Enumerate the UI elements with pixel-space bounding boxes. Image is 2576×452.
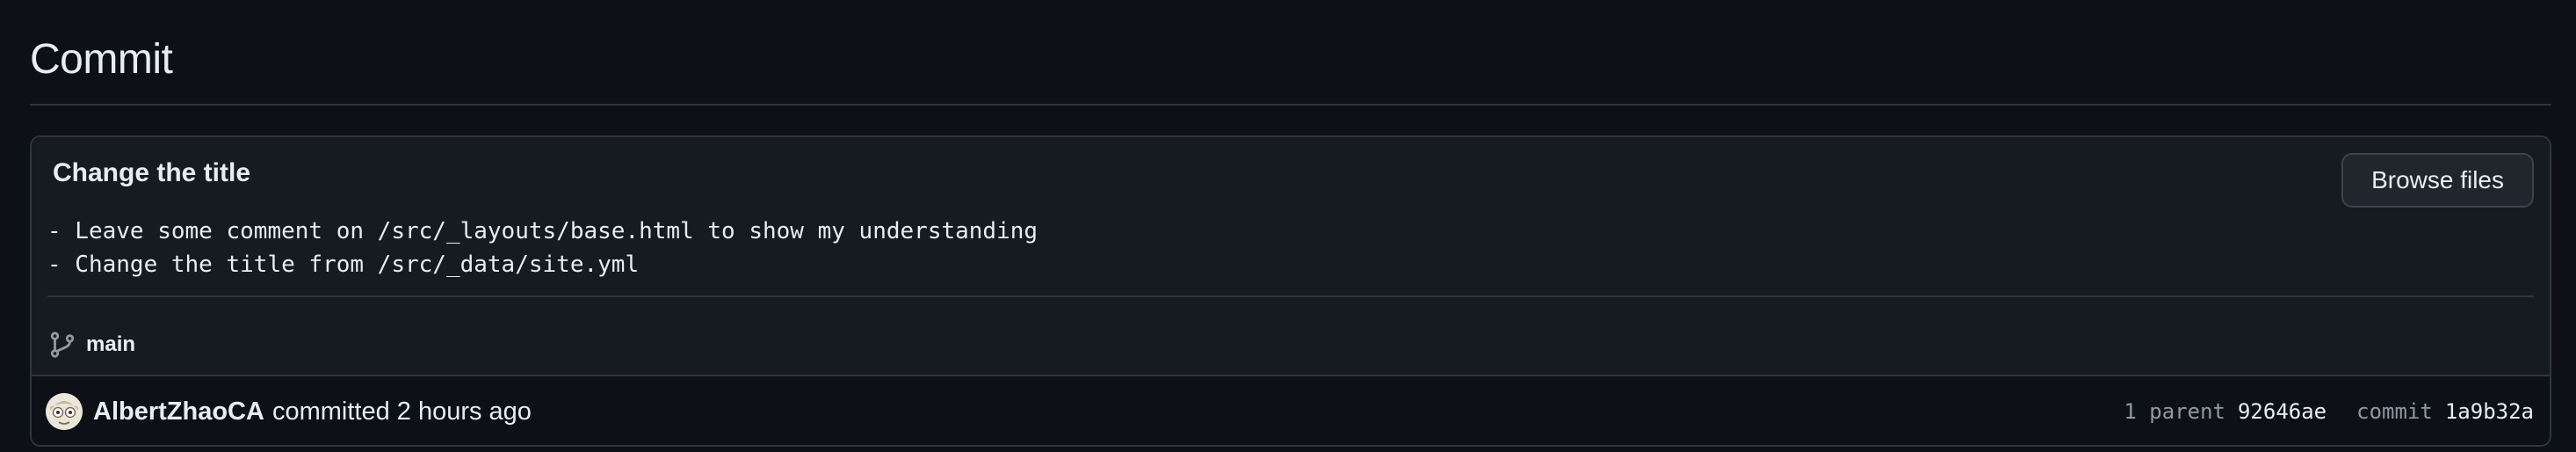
browse-files-button[interactable]: Browse files (2341, 153, 2534, 208)
commit-sha: 1a9b32a (2444, 399, 2534, 424)
avatar-image (46, 393, 83, 430)
branch-divider (47, 295, 2534, 297)
commit-summary: Change the title (53, 158, 251, 187)
commit-description: - Leave some comment on /src/_layouts/ba… (47, 215, 1038, 281)
parent-sha-link[interactable]: 92646ae (2238, 399, 2326, 424)
title-divider (30, 104, 2551, 106)
commit-footer: AlbertZhaoCA committed 2 hours ago 1 par… (32, 375, 2550, 445)
author-row: AlbertZhaoCA committed 2 hours ago (46, 392, 532, 431)
commit-label: commit (2356, 399, 2433, 424)
commit-box: Change the title Browse files - Leave so… (30, 135, 2551, 447)
commit-description-line: - Leave some comment on /src/_layouts/ba… (47, 218, 1038, 244)
commit-header: Change the title Browse files - Leave so… (32, 137, 2550, 375)
git-branch-icon (50, 332, 75, 358)
commit-time: committed 2 hours ago (271, 397, 532, 426)
commit-meta: 1 parent 92646ae commit 1a9b32a (2124, 392, 2534, 431)
commit-description-line: - Change the title from /src/_data/site.… (47, 252, 640, 278)
parent-label: 1 parent (2124, 399, 2225, 424)
branch-info: main (47, 327, 135, 362)
page-title: Commit (30, 36, 173, 83)
branch-name[interactable]: main (86, 332, 135, 357)
avatar[interactable] (46, 393, 83, 430)
author-name[interactable]: AlbertZhaoCA (93, 397, 264, 426)
